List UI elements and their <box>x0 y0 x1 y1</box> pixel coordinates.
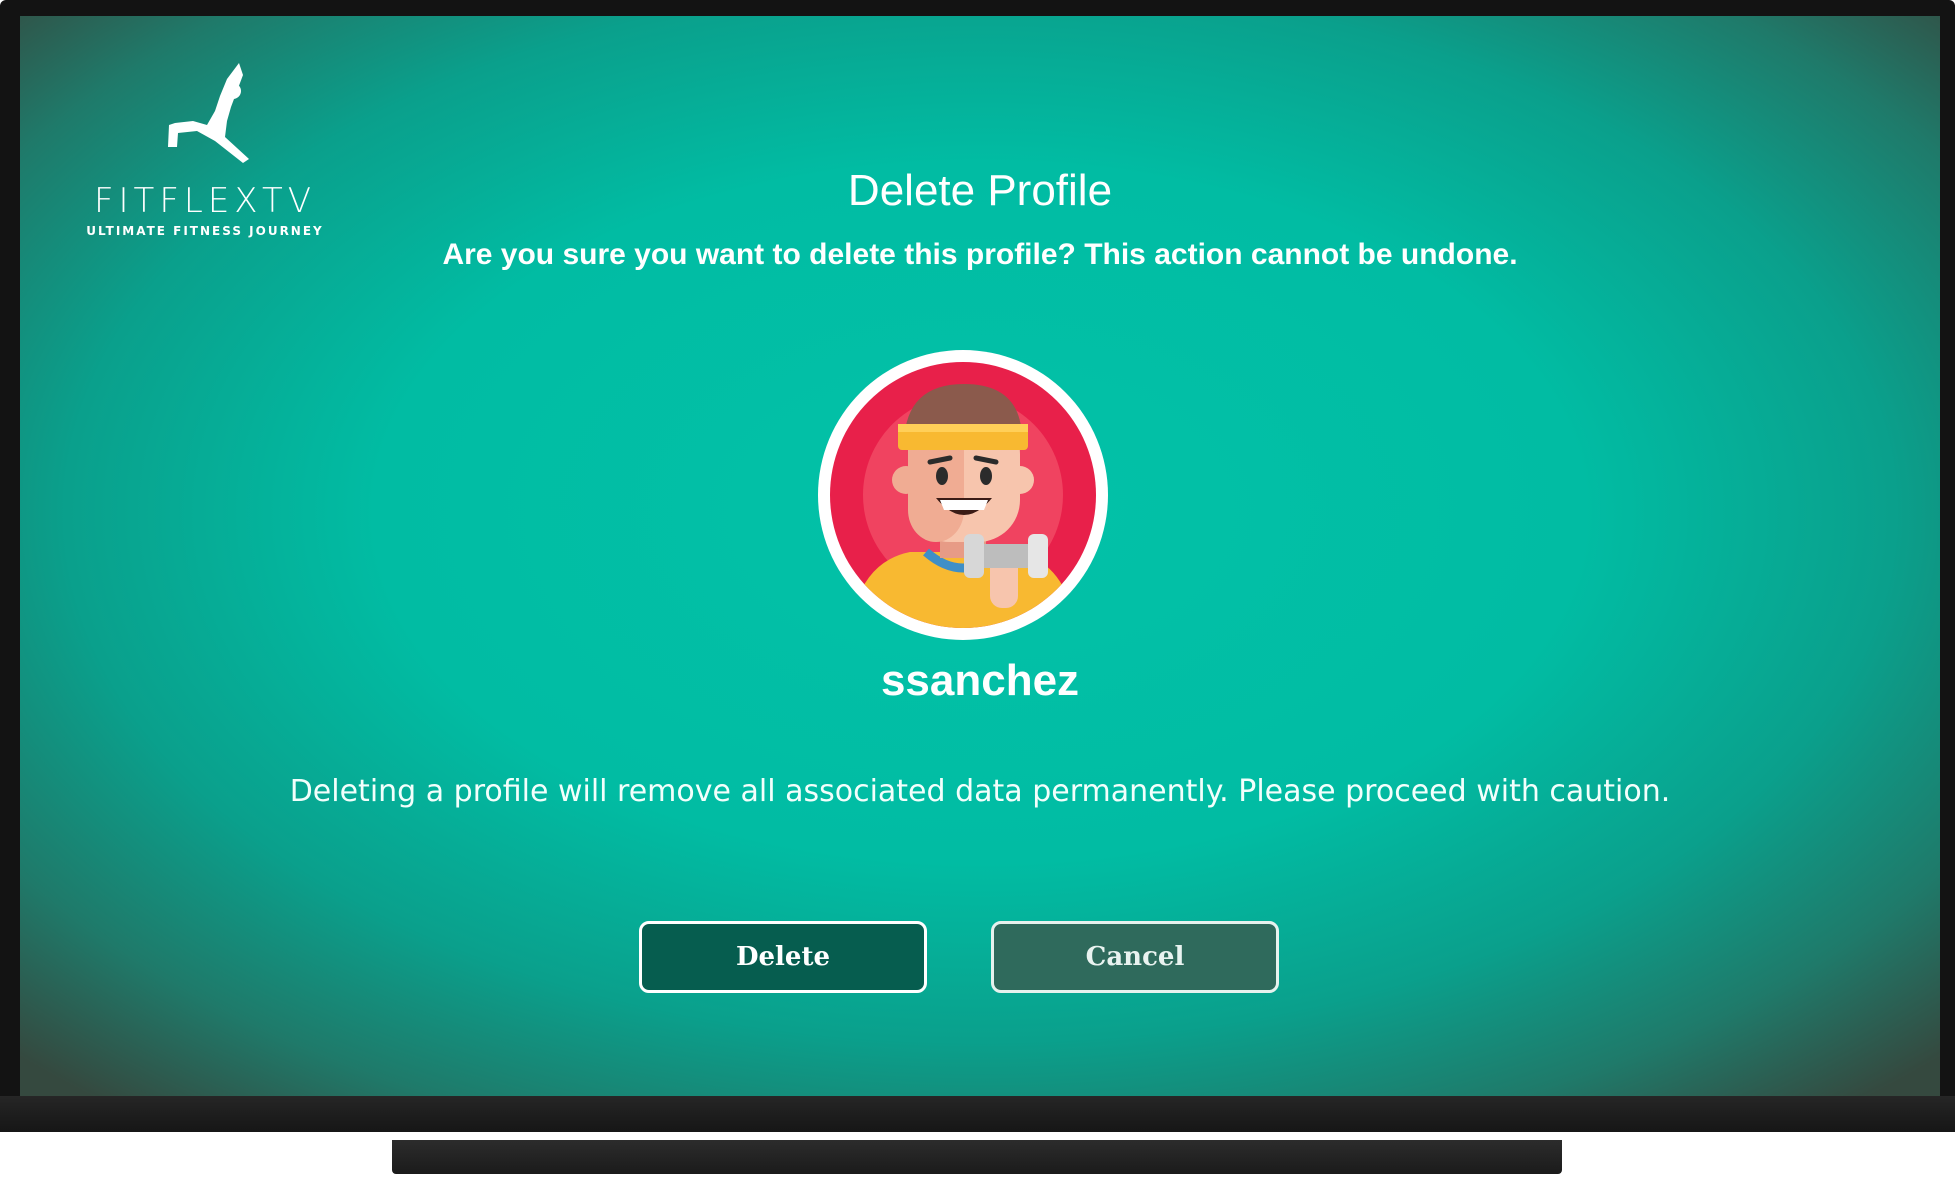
cancel-button[interactable]: Cancel <box>991 921 1279 993</box>
tv-stand <box>392 1140 1562 1174</box>
delete-button[interactable]: Delete <box>639 921 927 993</box>
yoga-figure-icon <box>168 63 249 163</box>
logo-tagline: ULTIMATE FITNESS JOURNEY <box>86 224 324 238</box>
tv-bezel <box>0 1096 1955 1132</box>
profile-avatar <box>818 350 1108 640</box>
dialog-subtitle: Are you sure you want to delete this pro… <box>442 238 1518 271</box>
tv-screen: FITFLEXTV ULTIMATE FITNESS JOURNEY Delet… <box>20 16 1940 1096</box>
fitness-man-avatar-icon <box>830 362 1096 628</box>
dialog-title: Delete Profile <box>847 166 1113 215</box>
profile-username: ssanchez <box>880 656 1080 705</box>
app-logo: FITFLEXTV ULTIMATE FITNESS JOURNEY <box>55 51 355 261</box>
warning-message: Deleting a profile will remove all assoc… <box>289 774 1671 809</box>
